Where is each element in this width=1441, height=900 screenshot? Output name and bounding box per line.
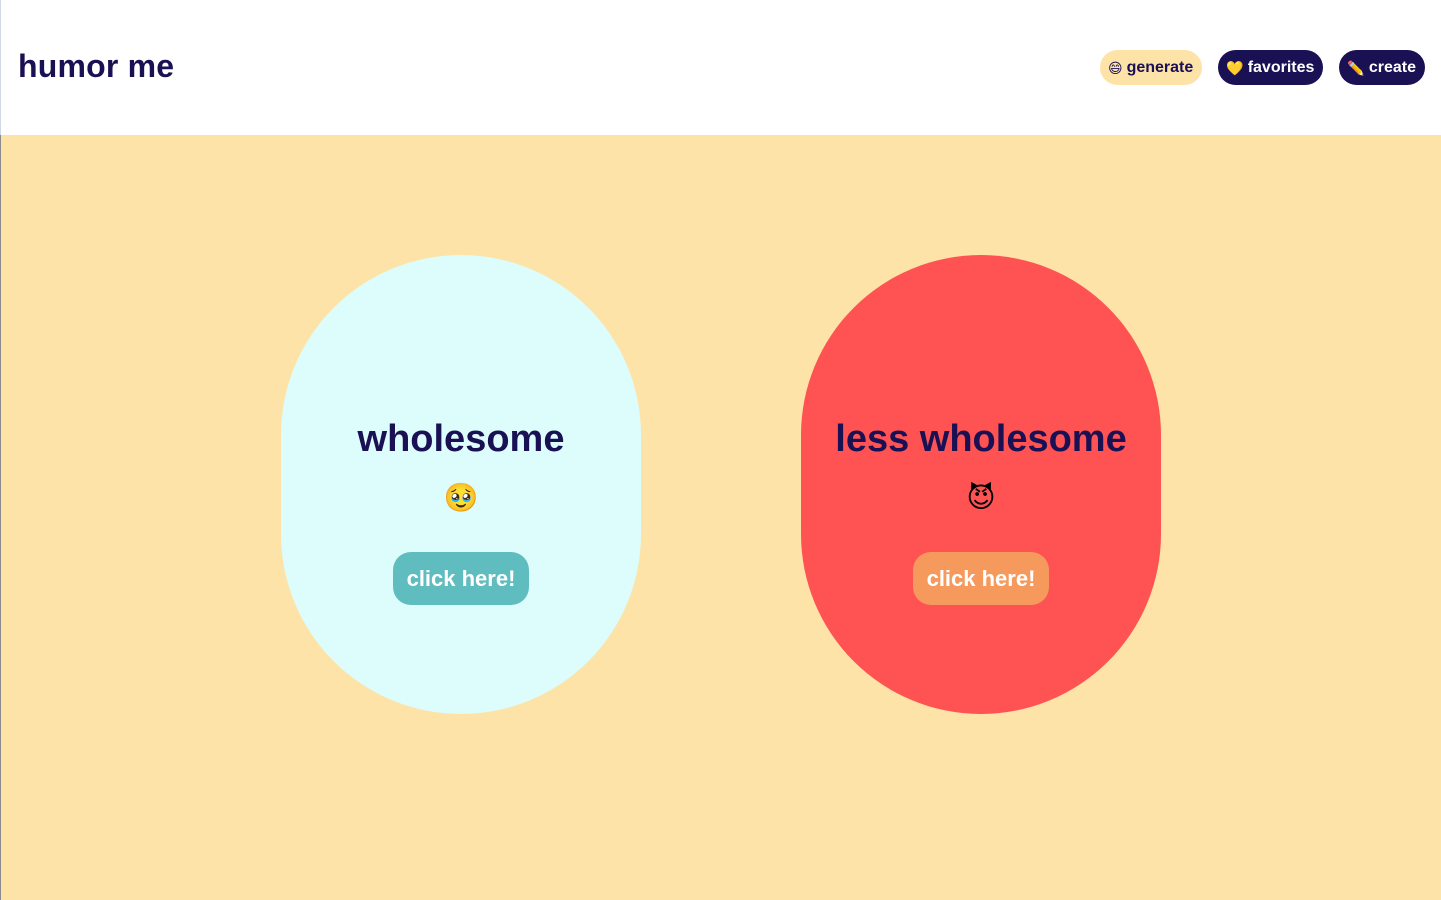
nav-generate-label: generate <box>1126 58 1194 76</box>
wholesome-click-button[interactable]: click here! <box>392 552 530 605</box>
main-nav: 😄 generate 💛 favorites ✏️ create <box>1099 50 1425 85</box>
less-wholesome-card: less wholesome 😈 click here! <box>801 255 1161 714</box>
brand-logo-text[interactable]: humor me <box>18 48 174 85</box>
smiling-devil-face-icon: 😈 <box>966 482 996 513</box>
yellow-heart-icon: 💛 <box>1226 59 1244 76</box>
card-title: wholesome <box>357 418 565 460</box>
grinning-face-icon: 😄 <box>1107 59 1123 76</box>
holding-back-tears-face-icon: 🥹 <box>443 482 479 513</box>
card-title: less wholesome <box>835 418 1127 460</box>
main-content: wholesome 🥹 click here! less wholesome 😈… <box>0 135 1441 900</box>
less-wholesome-click-button[interactable]: click here! <box>912 552 1050 605</box>
nav-favorites-button[interactable]: 💛 favorites <box>1218 50 1324 85</box>
nav-favorites-label: favorites <box>1247 58 1315 76</box>
nav-create-label: create <box>1368 58 1416 76</box>
nav-create-button[interactable]: ✏️ create <box>1339 50 1425 85</box>
wholesome-card: wholesome 🥹 click here! <box>281 255 641 714</box>
nav-generate-button[interactable]: 😄 generate <box>1099 50 1203 85</box>
pencil-icon: ✏️ <box>1347 59 1365 76</box>
top-header: humor me 😄 generate 💛 favorites ✏️ creat… <box>0 0 1441 135</box>
